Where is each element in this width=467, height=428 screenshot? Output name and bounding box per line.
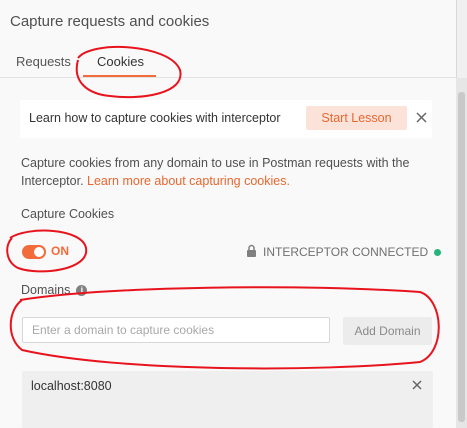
tab-requests[interactable]: Requests	[16, 54, 71, 69]
domains-label-row: Domains i	[21, 283, 88, 297]
modal-title: Capture requests and cookies	[10, 13, 210, 30]
lesson-banner: Learn how to capture cookies with interc…	[20, 100, 432, 138]
toggle-state-label: ON	[51, 244, 69, 258]
capture-cookies-label: Capture Cookies	[21, 207, 115, 221]
info-icon[interactable]: i	[76, 284, 88, 296]
status-text: INTERCEPTOR CONNECTED	[263, 245, 429, 259]
close-icon[interactable]	[413, 109, 431, 127]
learn-more-link[interactable]: Learn more about capturing cookies.	[87, 174, 290, 188]
start-lesson-button[interactable]: Start Lesson	[306, 106, 407, 130]
scroll-thumb[interactable]	[458, 92, 465, 422]
tab-cookies[interactable]: Cookies	[97, 54, 144, 69]
interceptor-status: INTERCEPTOR CONNECTED	[246, 244, 442, 260]
toggle-knob	[34, 247, 44, 257]
remove-domain-icon[interactable]	[410, 378, 424, 392]
capture-cookies-toggle[interactable]	[22, 245, 46, 259]
scrollbar[interactable]	[456, 78, 467, 428]
cookies-panel: Learn how to capture cookies with interc…	[10, 90, 443, 428]
lesson-text: Learn how to capture cookies with interc…	[29, 111, 281, 125]
domain-item-localhost: localhost:8080	[31, 379, 112, 393]
add-domain-button[interactable]: Add Domain	[343, 317, 432, 345]
tab-divider	[0, 77, 456, 78]
tab-bar: Requests Cookies	[0, 48, 456, 80]
domain-input[interactable]	[22, 317, 330, 343]
capture-description: Capture cookies from any domain to use i…	[21, 154, 421, 190]
lock-icon	[246, 244, 257, 260]
capture-modal: Capture requests and cookies Requests Co…	[0, 0, 457, 428]
connected-dot-icon	[434, 248, 442, 256]
domain-list: localhost:8080	[22, 371, 433, 428]
domains-label: Domains	[21, 283, 71, 297]
